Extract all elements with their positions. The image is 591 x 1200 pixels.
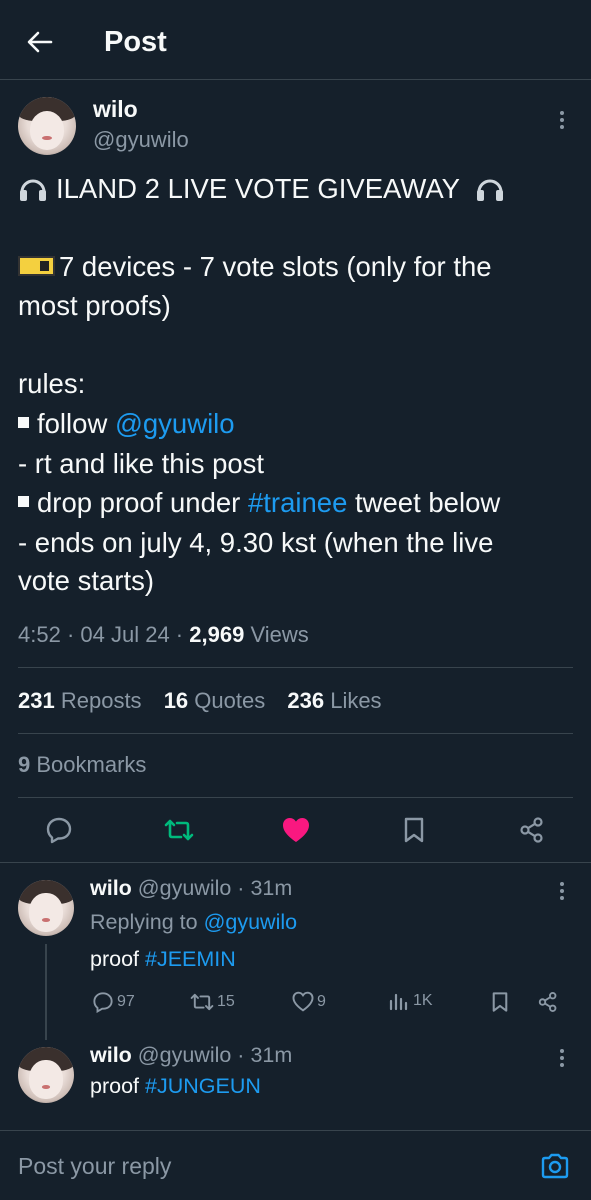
reply-composer: Post your reply [0,1130,591,1200]
post-headline: ILAND 2 LIVE VOTE GIVEAWAY [56,173,460,204]
camera-button[interactable] [538,1150,572,1182]
post-text-line: - ends on july 4, 9.30 kst (when the liv… [18,527,494,558]
page-title: Post [104,26,167,58]
post-text-line: - rt and like this post [18,448,265,479]
post-text-line: follow @gyuwilo [18,407,235,440]
bookmark-action[interactable] [490,991,510,1013]
share-button[interactable] [516,814,548,846]
reply-header: wilo @gyuwilo · 31m [90,876,293,900]
bookmark-button[interactable] [398,814,430,846]
divider [18,733,573,734]
post-text-line: drop proof under #trainee tweet below [18,486,500,519]
bookmarks-stat[interactable]: 9 Bookmarks [18,752,146,778]
headphones-icon [477,179,504,201]
reply-text: proof #JUNGEUN [90,1074,261,1098]
post-time: 4:52 [18,622,61,647]
camera-icon [541,1153,569,1179]
reply-input[interactable]: Post your reply [18,1153,171,1180]
avatar[interactable] [18,1047,74,1103]
engagement-stats: 231 Reposts 16 Quotes 236 Likes [18,688,382,714]
reply-author-name[interactable]: wilo [90,876,132,900]
post-date: 04 Jul 24 [80,622,170,647]
post-text-line: ILAND 2 LIVE VOTE GIVEAWAY [18,172,505,205]
views-count: 2,969 [189,622,245,647]
repost-action[interactable]: 15 [190,991,235,1013]
reply-header: wilo @gyuwilo · 31m [90,1043,293,1067]
author-name[interactable]: wilo [93,96,138,123]
author-handle[interactable]: @gyuwilo [93,127,189,153]
headphones-icon [20,179,46,201]
reply-author-name[interactable]: wilo [90,1043,132,1067]
reply-icon [93,992,113,1013]
post-meta: 4:52 · 04 Jul 24 · 2,969 Views [18,622,309,647]
arrow-left-icon [27,31,53,53]
reply-button[interactable] [43,814,75,846]
repost-button[interactable] [163,814,195,846]
quotes-stat[interactable]: 16 Quotes [164,688,266,713]
back-button[interactable] [22,24,58,60]
divider [18,797,573,798]
like-button[interactable] [280,814,312,846]
bookmark-icon [492,992,508,1012]
reply-time: 31m [250,1043,293,1067]
post-text-line: most proofs) [18,290,171,321]
post-text-line: vote starts) [18,565,155,596]
repost-icon [164,819,194,841]
divider [18,667,573,668]
repost-icon [190,993,214,1011]
header-divider [0,79,591,80]
ticket-icon [18,255,55,276]
reply-time: 31m [250,876,293,900]
reposts-stat[interactable]: 231 Reposts [18,688,142,713]
heart-filled-icon [283,818,309,842]
post-text-line: 7 devices - 7 vote slots (only for the [18,250,492,283]
bullet-square-icon [18,417,29,429]
more-options-button[interactable] [552,876,572,906]
reply-action[interactable]: 97 [92,991,135,1013]
hashtag-link[interactable]: #JUNGEUN [145,1074,261,1098]
more-options-button[interactable] [552,1043,572,1073]
replying-to: Replying to @gyuwilo [90,910,298,934]
reply-author-handle[interactable]: @gyuwilo [138,876,232,900]
more-options-button[interactable] [552,105,572,135]
share-action[interactable] [537,991,559,1013]
views-label: Views [250,622,309,647]
post-text-line: rules: [18,368,86,399]
reply-icon [46,817,72,844]
bookmark-icon [404,817,424,843]
heart-icon [292,991,314,1012]
reply-author-handle[interactable]: @gyuwilo [138,1043,232,1067]
thread-connector [45,944,47,1040]
bullet-square-icon [18,496,29,508]
divider [0,862,591,863]
share-icon [538,992,557,1012]
mention-link[interactable]: @gyuwilo [204,910,298,934]
avatar[interactable] [18,880,74,936]
hashtag-link[interactable]: #JEEMIN [145,947,236,971]
avatar[interactable] [18,97,76,155]
top-bar: Post [0,0,591,82]
hashtag-link[interactable]: #trainee [248,487,347,518]
bar-chart-icon [389,993,408,1011]
likes-stat[interactable]: 236 Likes [287,688,381,713]
share-icon [520,817,543,843]
views-action[interactable]: 1K [388,991,433,1011]
reply-text: proof #JEEMIN [90,947,236,971]
mention-link[interactable]: @gyuwilo [115,408,235,439]
like-action[interactable]: 9 [292,991,326,1012]
